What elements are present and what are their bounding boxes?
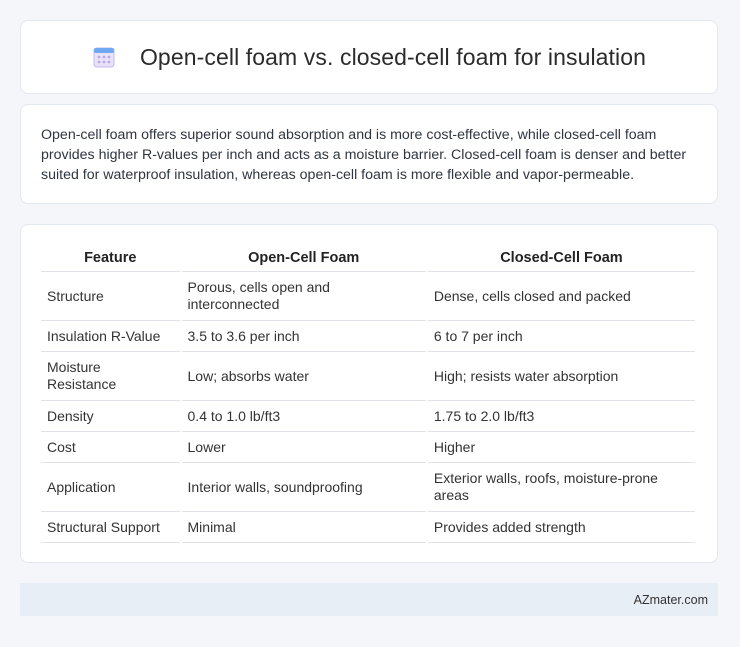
table-cell-closed-cell: High; resists water absorption [427,352,695,401]
table-cell-closed-cell: Exterior walls, roofs, moisture-prone ar… [427,463,695,512]
table-cell-feature: Application [41,463,180,512]
comparison-card: Feature Open-Cell Foam Closed-Cell Foam … [20,224,718,563]
table-cell-open-cell: Interior walls, soundproofing [181,463,426,512]
table-row: Structure Porous, cells open and interco… [41,272,695,321]
table-row: Moisture Resistance Low; absorbs water H… [41,352,695,401]
summary-text: Open-cell foam offers superior sound abs… [41,127,687,183]
table-cell-closed-cell: Higher [427,432,695,463]
table-cell-feature: Insulation R-Value [41,321,180,352]
table-row: Cost Lower Higher [41,432,695,463]
table-cell-closed-cell: 1.75 to 2.0 lb/ft3 [427,401,695,432]
table-row: Insulation R-Value 3.5 to 3.6 per inch 6… [41,321,695,352]
comparison-table: Feature Open-Cell Foam Closed-Cell Foam … [39,245,697,543]
table-cell-feature: Moisture Resistance [41,352,180,401]
title-card: Open-cell foam vs. closed-cell foam for … [20,20,718,94]
footer-brand: AZmater.com [633,592,708,607]
column-header-feature: Feature [41,245,180,272]
calendar-icon [92,45,116,69]
table-cell-closed-cell: Provides added strength [427,512,695,543]
page-title: Open-cell foam vs. closed-cell foam for … [139,43,647,70]
table-cell-feature: Cost [41,432,180,463]
table-cell-feature: Density [41,401,180,432]
page: Open-cell foam vs. closed-cell foam for … [0,0,740,647]
table-header-row: Feature Open-Cell Foam Closed-Cell Foam [41,245,695,272]
table-cell-open-cell: Low; absorbs water [181,352,426,401]
table-row: Density 0.4 to 1.0 lb/ft3 1.75 to 2.0 lb… [41,401,695,432]
table-cell-open-cell: 3.5 to 3.6 per inch [181,321,426,352]
table-cell-closed-cell: Dense, cells closed and packed [427,272,695,321]
table-cell-closed-cell: 6 to 7 per inch [427,321,695,352]
column-header-open-cell: Open-Cell Foam [181,245,426,272]
table-cell-open-cell: 0.4 to 1.0 lb/ft3 [181,401,426,432]
table-row: Application Interior walls, soundproofin… [41,463,695,512]
table-cell-open-cell: Lower [181,432,426,463]
table-cell-feature: Structural Support [41,512,180,543]
summary-card: Open-cell foam offers superior sound abs… [20,104,718,204]
table-cell-feature: Structure [41,272,180,321]
footer-bar: AZmater.com [20,583,718,616]
table-row: Structural Support Minimal Provides adde… [41,512,695,543]
table-cell-open-cell: Minimal [181,512,426,543]
table-cell-open-cell: Porous, cells open and interconnected [181,272,426,321]
column-header-closed-cell: Closed-Cell Foam [427,245,695,272]
